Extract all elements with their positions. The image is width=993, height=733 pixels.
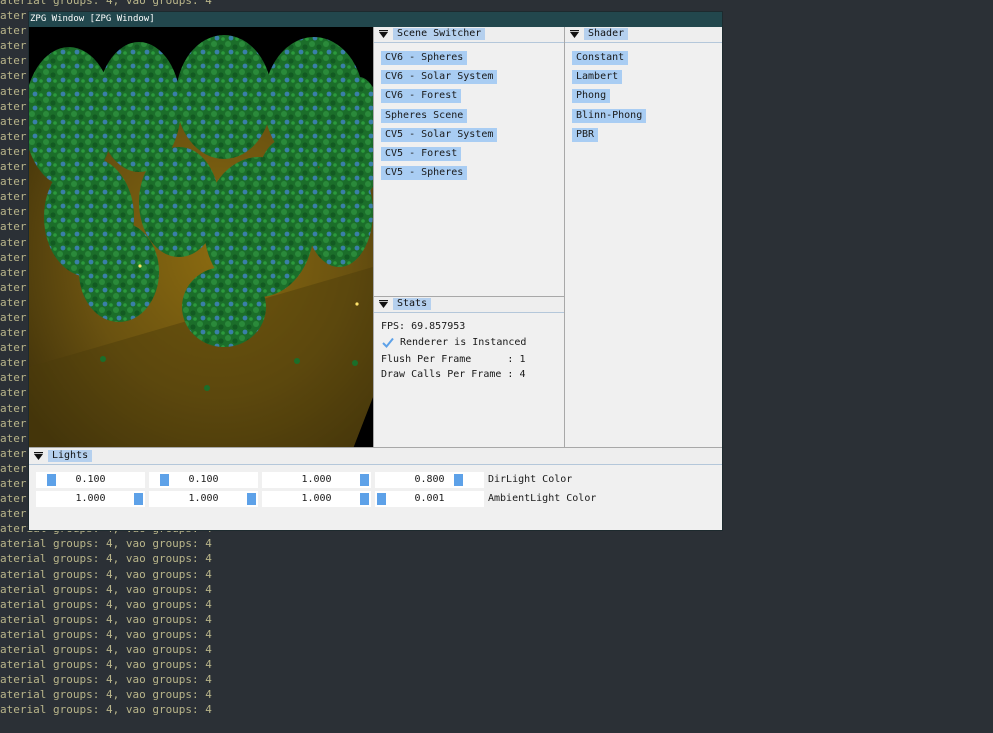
scene-switcher-panel: Scene Switcher CV6 - Spheres CV6 - Solar… [373, 27, 564, 297]
shader-item-lambert[interactable]: Lambert [572, 70, 623, 84]
shader-item-phong[interactable]: Phong [572, 89, 611, 103]
collapse-arrow-icon[interactable] [379, 30, 388, 39]
stats-panel: Stats FPS: 69.857953 Renderer is Instanc… [373, 296, 564, 447]
checkmark-icon[interactable] [382, 337, 394, 348]
flush-per-frame: Flush Per Frame : 1 [381, 354, 526, 365]
dirlight-r-value: 0.100 [75, 474, 106, 485]
scene-switcher-header[interactable]: Scene Switcher [374, 27, 564, 43]
console-line: aterial groups: 4, vao groups: 4 [0, 703, 212, 717]
slider-grab[interactable] [134, 493, 143, 505]
scene-item-cv6-forest[interactable]: CV6 - Forest [381, 89, 462, 103]
slider-grab[interactable] [247, 493, 256, 505]
dirlight-a-value: 0.800 [414, 474, 445, 485]
ambient-g-value: 1.000 [188, 493, 219, 504]
shader-item-pbr[interactable]: PBR [572, 128, 599, 142]
dirlight-b-value: 1.000 [301, 474, 332, 485]
dirlight-a-slider[interactable]: 0.800 [375, 472, 484, 488]
console-line: aterial groups: 4, vao groups: 4 [0, 627, 212, 641]
slider-grab[interactable] [360, 493, 369, 505]
draw-calls-per-frame: Draw Calls Per Frame : 4 [381, 369, 526, 380]
stats-header[interactable]: Stats [374, 297, 564, 313]
ambient-r-value: 1.000 [75, 493, 106, 504]
lights-title: Lights [48, 450, 93, 462]
scene-item-cv5-spheres[interactable]: CV5 - Spheres [381, 166, 468, 180]
instanced-label: Renderer is Instanced [400, 337, 527, 348]
console-line: aterial groups: 4, vao groups: 4 [0, 552, 212, 566]
lights-panel: Lights 0.100 0.100 1.000 0.800 DirLight … [29, 447, 722, 530]
slider-grab[interactable] [360, 474, 369, 486]
stats-title: Stats [393, 298, 432, 310]
slider-grab[interactable] [377, 493, 386, 505]
collapse-arrow-icon[interactable] [570, 30, 579, 39]
console-line: aterial groups: 4, vao groups: 4 [0, 537, 212, 551]
ambientlight-color-label: AmbientLight Color [488, 493, 597, 504]
dirlight-g-value: 0.100 [188, 474, 219, 485]
dirlight-b-slider[interactable]: 1.000 [262, 472, 371, 488]
console-line: aterial groups: 4, vao groups: 4 [0, 0, 212, 7]
dirlight-color-label: DirLight Color [488, 474, 573, 485]
console-line: aterial groups: 4, vao groups: 4 [0, 658, 212, 672]
shader-header[interactable]: Shader [565, 27, 722, 43]
scene-switcher-title: Scene Switcher [393, 28, 486, 40]
console-line: aterial groups: 4, vao groups: 4 [0, 673, 212, 687]
ambient-b-value: 1.000 [301, 493, 332, 504]
ambient-a-slider[interactable]: 0.001 [375, 491, 484, 507]
scene-item-cv5-forest[interactable]: CV5 - Forest [381, 147, 462, 161]
console-line: aterial groups: 4, vao groups: 4 [0, 567, 212, 581]
forest-scene-render [29, 27, 373, 459]
window-titlebar[interactable]: ZPG Window [ZPG Window] [29, 12, 722, 27]
console-line: aterial groups: 4, vao groups: 4 [0, 582, 212, 596]
ambient-a-value: 0.001 [414, 493, 445, 504]
ambient-r-slider[interactable]: 1.000 [36, 491, 145, 507]
shader-item-blinn-phong[interactable]: Blinn-Phong [572, 109, 647, 123]
scene-item-cv6-spheres[interactable]: CV6 - Spheres [381, 51, 468, 65]
shader-item-constant[interactable]: Constant [572, 51, 629, 65]
lights-header[interactable]: Lights [29, 448, 722, 465]
shader-title: Shader [584, 28, 629, 40]
console-line: aterial groups: 4, vao groups: 4 [0, 597, 212, 611]
scene-item-cv6-solar-system[interactable]: CV6 - Solar System [381, 70, 498, 84]
slider-grab[interactable] [160, 474, 169, 486]
ambient-b-slider[interactable]: 1.000 [262, 491, 371, 507]
slider-grab[interactable] [47, 474, 56, 486]
shader-panel: Shader Constant Lambert Phong Blinn-Phon… [564, 27, 722, 447]
dirlight-g-slider[interactable]: 0.100 [149, 472, 258, 488]
dirlight-r-slider[interactable]: 0.100 [36, 472, 145, 488]
ambient-g-slider[interactable]: 1.000 [149, 491, 258, 507]
window-title: ZPG Window [ZPG Window] [30, 14, 155, 24]
console-line: aterial groups: 4, vao groups: 4 [0, 643, 212, 657]
console-line: aterial groups: 4, vao groups: 4 [0, 612, 212, 626]
slider-grab[interactable] [454, 474, 463, 486]
collapse-arrow-icon[interactable] [34, 452, 43, 461]
scene-viewport[interactable] [29, 27, 373, 459]
fps-readout: FPS: 69.857953 [381, 321, 466, 332]
console-line: aterial groups: 4, vao groups: 4 [0, 688, 212, 702]
scene-item-spheres-scene[interactable]: Spheres Scene [381, 109, 468, 123]
collapse-arrow-icon[interactable] [379, 300, 388, 309]
app-window[interactable]: ZPG Window [ZPG Window] Scene Switcher C… [29, 12, 722, 530]
scene-item-cv5-solar-system[interactable]: CV5 - Solar System [381, 128, 498, 142]
